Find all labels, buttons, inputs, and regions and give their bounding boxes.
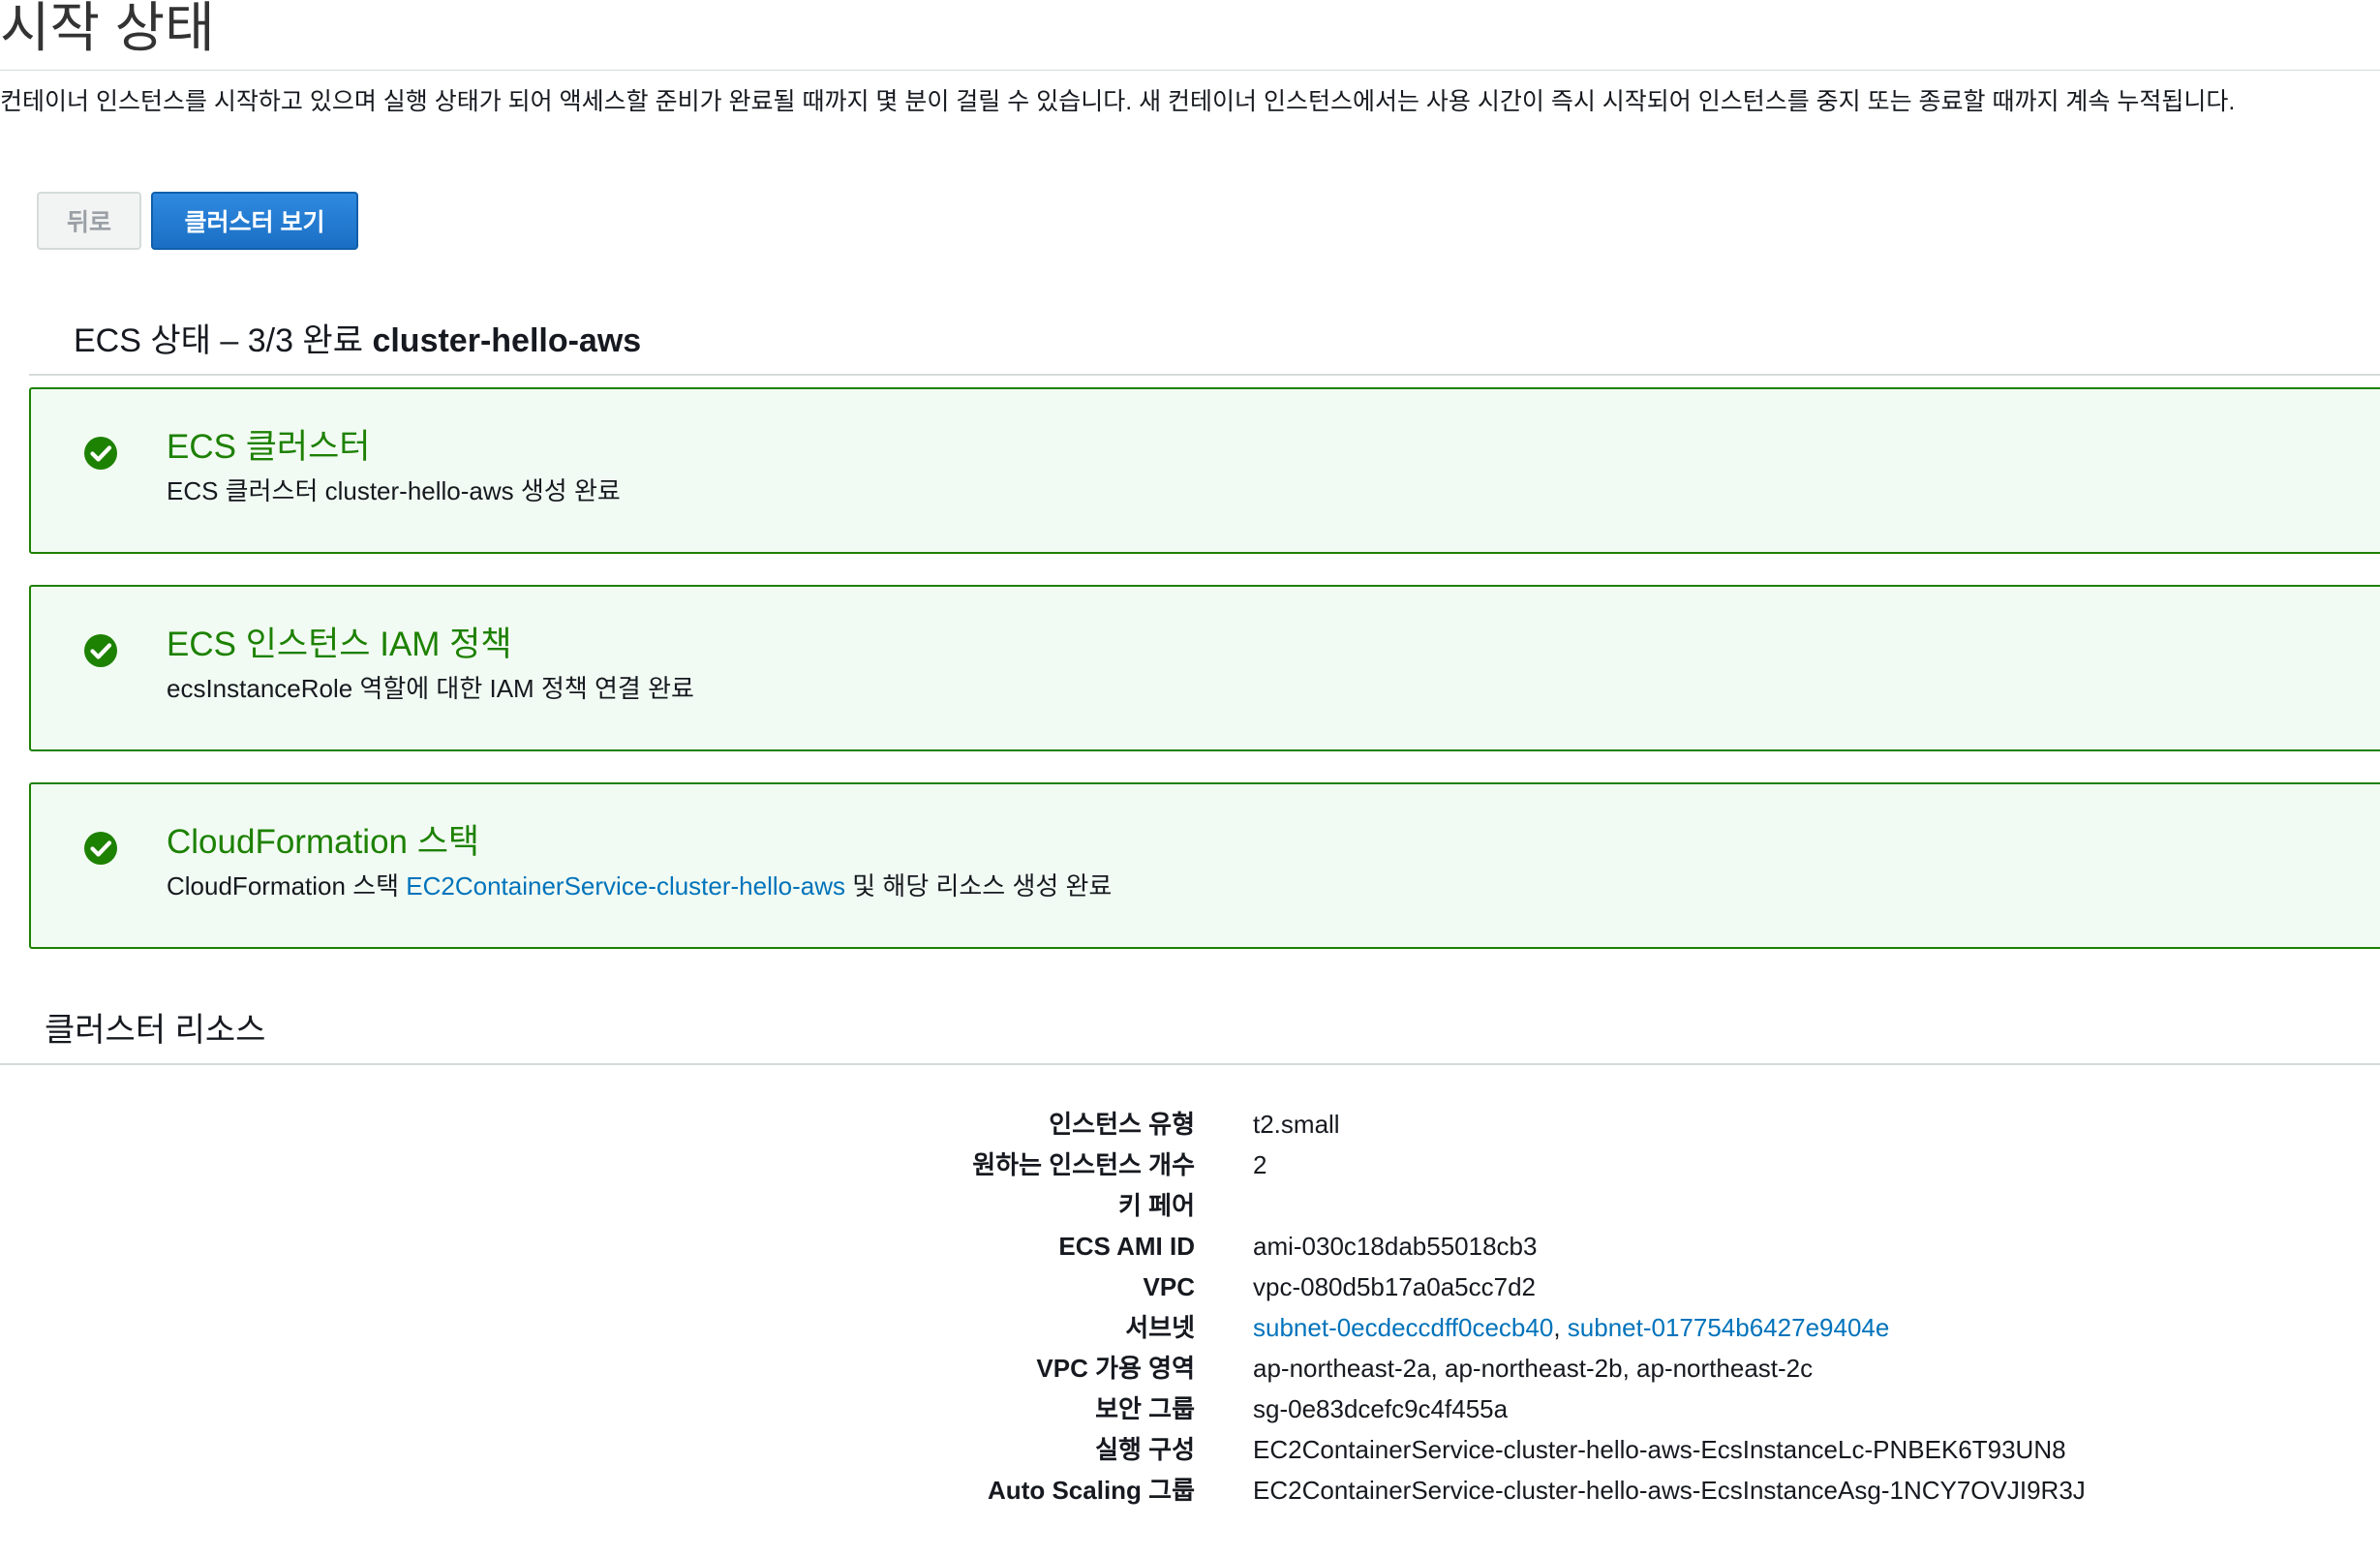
resource-key: VPC 가용 영역 xyxy=(1036,1354,1195,1383)
auto-scaling-group-link[interactable]: EC2ContainerService-cluster-hello-aws-Ec… xyxy=(1253,1470,2086,1511)
resource-row-vpc: VPC vpc-080d5b17a0a5cc7d2 xyxy=(0,1267,2380,1307)
check-circle-icon xyxy=(84,437,117,470)
intro-text: 컨테이너 인스턴스를 시작하고 있으며 실행 상태가 되어 액세스할 준비가 완… xyxy=(0,88,2236,115)
resource-key: 서브넷 xyxy=(1125,1313,1195,1342)
subnet-link[interactable]: subnet-0ecdeccdff0cecb40 xyxy=(1253,1313,1553,1342)
cloudformation-stack-link[interactable]: EC2ContainerService-cluster-hello-aws xyxy=(406,871,845,901)
check-circle-icon xyxy=(84,634,117,667)
resource-key: 실행 구성 xyxy=(1095,1435,1195,1464)
check-circle-icon xyxy=(84,832,117,865)
card-text: ecsInstanceRole 역할에 대한 IAM 정책 연결 완료 xyxy=(167,674,694,703)
card-text-suffix: 및 해당 리소스 생성 완료 xyxy=(852,871,1113,901)
title-divider xyxy=(0,70,2380,71)
status-progress-text: ECS 상태 – 3/3 완료 xyxy=(74,322,363,359)
card-title: ECS 인스턴스 IAM 정책 xyxy=(167,626,512,663)
card-title: ECS 클러스터 xyxy=(167,428,371,466)
resource-row-subnets: 서브넷 subnet-0ecdeccdff0cecb40, subnet-017… xyxy=(0,1307,2380,1348)
resource-value: t2.small xyxy=(1253,1110,1340,1139)
resource-key: 원하는 인스턴스 개수 xyxy=(972,1150,1195,1179)
resource-row-instance-type: 인스턴스 유형 t2.small xyxy=(0,1104,2380,1145)
resource-value: ami-030c18dab55018cb3 xyxy=(1253,1232,1538,1261)
resource-row-security-group: 보안 그룹 sg-0e83dcefc9c4f455a xyxy=(0,1389,2380,1429)
status-card-cloudformation: CloudFormation 스택 CloudFormation 스택 EC2C… xyxy=(29,782,2380,949)
resource-key: Auto Scaling 그룹 xyxy=(988,1476,1195,1505)
resources-divider xyxy=(0,1063,2380,1065)
resource-row-key-pair: 키 페어 xyxy=(0,1185,2380,1226)
resource-value: subnet-0ecdeccdff0cecb40, subnet-017754b… xyxy=(1253,1307,1889,1348)
subnet-link[interactable]: subnet-017754b6427e9404e xyxy=(1568,1313,1890,1342)
status-card-iam-policy: ECS 인스턴스 IAM 정책 ecsInstanceRole 역할에 대한 I… xyxy=(29,585,2380,751)
resource-key: 보안 그룹 xyxy=(1095,1394,1195,1423)
card-title: CloudFormation 스택 xyxy=(167,823,480,861)
page-title: 시작 상태 xyxy=(0,0,215,58)
card-text: CloudFormation 스택 EC2ContainerService-cl… xyxy=(167,870,1112,902)
subnet-separator: , xyxy=(1553,1313,1561,1342)
status-card-ecs-cluster: ECS 클러스터 ECS 클러스터 cluster-hello-aws 생성 완… xyxy=(29,387,2380,554)
resource-key: 키 페어 xyxy=(1118,1191,1195,1220)
view-cluster-button[interactable]: 클러스터 보기 xyxy=(151,192,358,250)
launch-configuration-link[interactable]: EC2ContainerService-cluster-hello-aws-Ec… xyxy=(1253,1429,2066,1470)
resource-row-auto-scaling-group: Auto Scaling 그룹 EC2ContainerService-clus… xyxy=(0,1470,2380,1511)
resource-row-ami-id: ECS AMI ID ami-030c18dab55018cb3 xyxy=(0,1226,2380,1267)
resource-row-launch-config: 실행 구성 EC2ContainerService-cluster-hello-… xyxy=(0,1429,2380,1470)
card-text-prefix: CloudFormation 스택 xyxy=(167,871,400,901)
vpc-link[interactable]: vpc-080d5b17a0a5cc7d2 xyxy=(1253,1267,1536,1307)
resource-value: 2 xyxy=(1253,1150,1267,1179)
resource-key: 인스턴스 유형 xyxy=(1049,1110,1195,1139)
resource-row-desired-count: 원하는 인스턴스 개수 2 xyxy=(0,1145,2380,1185)
back-button[interactable]: 뒤로 xyxy=(37,192,141,250)
ecs-status-heading: ECS 상태 – 3/3 완료 cluster-hello-aws xyxy=(74,320,641,362)
resource-key: ECS AMI ID xyxy=(1058,1232,1195,1261)
resource-row-availability-zones: VPC 가용 영역 ap-northeast-2a, ap-northeast-… xyxy=(0,1348,2380,1389)
status-divider xyxy=(29,374,2380,376)
status-cluster-name: cluster-hello-aws xyxy=(372,322,642,359)
security-group-link[interactable]: sg-0e83dcefc9c4f455a xyxy=(1253,1389,1508,1429)
card-text: ECS 클러스터 cluster-hello-aws 생성 완료 xyxy=(167,476,621,505)
resource-value: ap-northeast-2a, ap-northeast-2b, ap-nor… xyxy=(1253,1354,1814,1383)
cluster-resources-heading: 클러스터 리소스 xyxy=(45,1012,266,1049)
resource-key: VPC xyxy=(1143,1272,1195,1301)
